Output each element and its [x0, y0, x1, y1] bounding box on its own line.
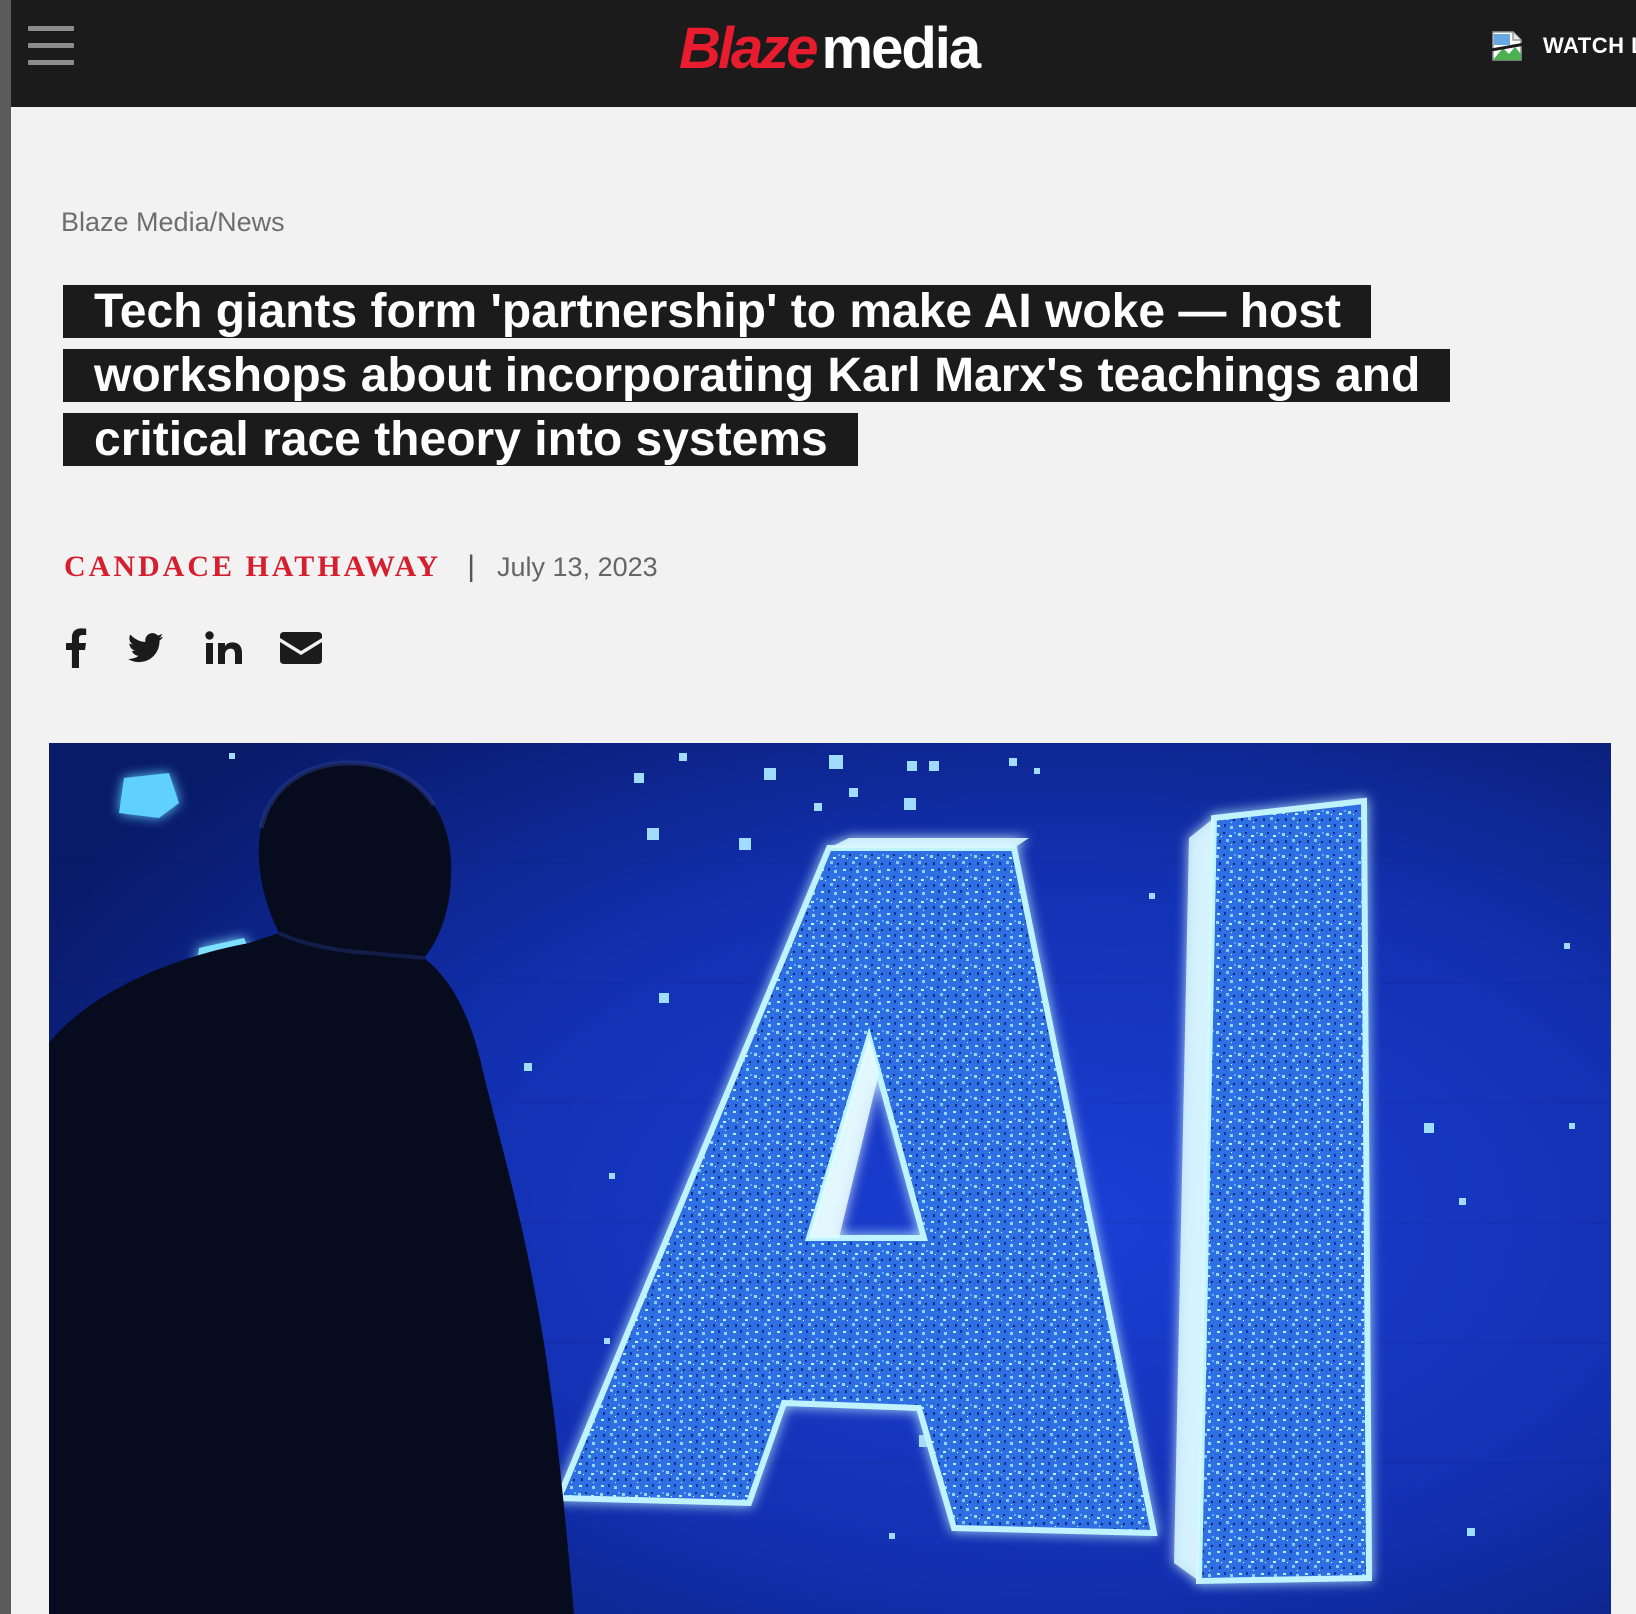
broken-image-icon: [1491, 31, 1525, 61]
headline-text: Tech giants form 'partnership' to make A…: [63, 285, 1451, 466]
facebook-icon: [66, 628, 87, 668]
article-headline: Tech giants form 'partnership' to make A…: [63, 280, 1583, 472]
share-twitter-button[interactable]: [126, 625, 166, 671]
share-linkedin-button[interactable]: [204, 625, 244, 671]
top-nav-bar: Blaze media WATCH LI: [11, 0, 1636, 107]
hamburger-menu-icon[interactable]: [28, 26, 74, 66]
byline: CANDACE HATHAWAY | July 13, 2023: [64, 545, 658, 589]
site-logo[interactable]: Blaze media: [679, 14, 982, 84]
author-link[interactable]: CANDACE HATHAWAY: [64, 550, 441, 584]
hero-image: [49, 743, 1611, 1614]
watch-live-label: WATCH LI: [1543, 33, 1636, 58]
logo-blaze-text: Blaze: [679, 16, 819, 81]
page: Blaze media WATCH LI Blaze Media/News Te…: [0, 0, 1636, 1614]
byline-divider: |: [467, 550, 476, 583]
window-edge: [0, 0, 11, 1614]
hero-illustration: [49, 743, 1611, 1614]
linkedin-icon: [205, 631, 242, 664]
twitter-icon: [128, 633, 164, 663]
watch-live-button[interactable]: WATCH LI: [1491, 26, 1636, 66]
email-icon: [280, 632, 322, 664]
publish-date: July 13, 2023: [497, 551, 658, 582]
logo-media-text: media: [821, 16, 982, 81]
share-facebook-button[interactable]: [60, 625, 92, 671]
share-email-button[interactable]: [280, 625, 322, 671]
share-bar: [60, 625, 322, 671]
breadcrumb[interactable]: Blaze Media/News: [61, 207, 285, 238]
